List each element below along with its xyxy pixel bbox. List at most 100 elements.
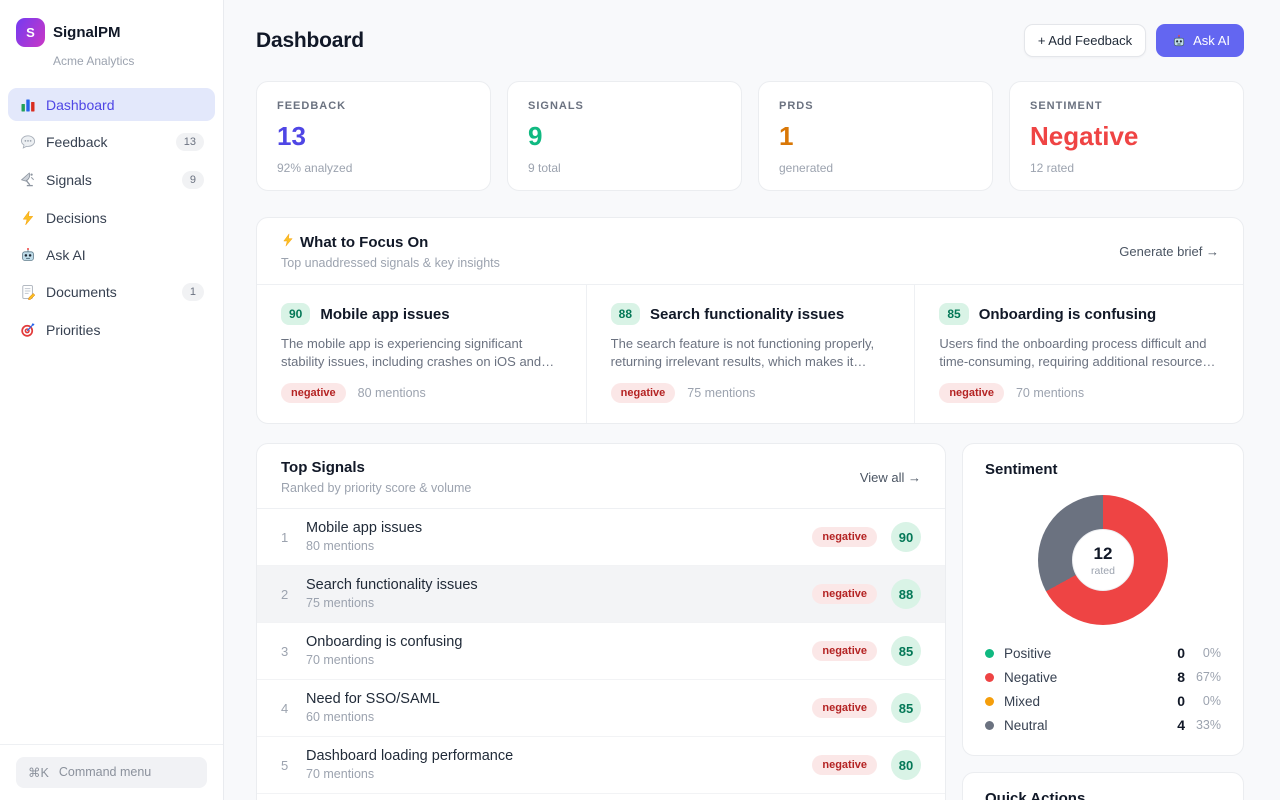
sentiment-badge: negative xyxy=(812,698,877,718)
quick-actions-panel: Quick Actions Ask your feedback a questi… xyxy=(962,772,1244,800)
sidebar-badge: 1 xyxy=(182,283,204,301)
focus-title: What to Focus On xyxy=(300,234,428,251)
ask-ai-button[interactable]: Ask AI xyxy=(1156,24,1244,57)
score-badge: 88 xyxy=(891,579,921,609)
signal-rank: 5 xyxy=(281,758,299,773)
signal-row[interactable]: 1 Mobile app issues 80 mentions negative… xyxy=(257,509,945,566)
sidebar-item-label: Signals xyxy=(46,172,172,188)
signal-rank: 3 xyxy=(281,644,299,659)
signal-mentions: 70 mentions xyxy=(306,653,812,668)
signal-mentions: 60 mentions xyxy=(306,710,812,725)
focus-card-item[interactable]: 90 Mobile app issues The mobile app is e… xyxy=(257,285,586,423)
sidebar-item-label: Priorities xyxy=(46,322,204,338)
signal-title: Dashboard loading performance xyxy=(306,748,812,764)
memo-icon xyxy=(19,284,36,301)
sentiment-badge: negative xyxy=(281,383,346,403)
robot-icon xyxy=(19,246,36,263)
legend-label: Negative xyxy=(1004,670,1177,685)
command-label: Command menu xyxy=(59,765,151,780)
legend-row-negative: Negative 8 67% xyxy=(985,665,1221,689)
legend-row-positive: Positive 0 0% xyxy=(985,641,1221,665)
sidebar-item-feedback[interactable]: Feedback 13 xyxy=(8,125,215,159)
donut-center-value: 12 xyxy=(1094,544,1113,564)
score-badge: 90 xyxy=(891,522,921,552)
stat-label: SENTIMENT xyxy=(1030,100,1223,112)
lightning-icon xyxy=(19,209,36,226)
sentiment-badge: negative xyxy=(812,527,877,547)
signal-row[interactable]: 6 High pricing for startups negative 80 xyxy=(257,794,945,800)
brand: S SignalPM Acme Analytics xyxy=(0,0,223,68)
focus-section: What to Focus On Top unaddressed signals… xyxy=(256,217,1244,424)
score-badge: 85 xyxy=(891,693,921,723)
page-title: Dashboard xyxy=(256,29,364,53)
sentiment-badge: negative xyxy=(812,755,877,775)
score-badge: 85 xyxy=(939,303,968,325)
signal-row[interactable]: 2 Search functionality issues 75 mention… xyxy=(257,566,945,623)
view-all-link[interactable]: View all → xyxy=(860,470,921,485)
focus-card-item[interactable]: 88 Search functionality issues The searc… xyxy=(586,285,915,423)
stats-row: FEEDBACK 13 92% analyzed SIGNALS 9 9 tot… xyxy=(256,81,1244,191)
signal-mentions: 75 mentions xyxy=(306,596,812,611)
focus-card-item[interactable]: 85 Onboarding is confusing Users find th… xyxy=(914,285,1243,423)
sentiment-badge: negative xyxy=(611,383,676,403)
sidebar-item-documents[interactable]: Documents 1 xyxy=(8,275,215,309)
target-icon xyxy=(19,321,36,338)
signal-row[interactable]: 5 Dashboard loading performance 70 menti… xyxy=(257,737,945,794)
stat-sub: 9 total xyxy=(528,161,721,175)
stat-label: SIGNALS xyxy=(528,100,721,112)
signal-rank: 1 xyxy=(281,530,299,545)
add-feedback-button[interactable]: + Add Feedback xyxy=(1024,24,1146,57)
signal-title: Need for SSO/SAML xyxy=(306,691,812,707)
brand-org: Acme Analytics xyxy=(53,54,207,68)
sidebar-nav: Dashboard Feedback 13 Signals 9 Decision… xyxy=(0,88,223,744)
signal-title: Search functionality issues xyxy=(306,577,812,593)
signal-row[interactable]: 4 Need for SSO/SAML 60 mentions negative… xyxy=(257,680,945,737)
stat-label: FEEDBACK xyxy=(277,100,470,112)
ask-ai-label: Ask AI xyxy=(1193,33,1230,48)
legend-count: 4 xyxy=(1177,717,1185,733)
stat-card-signals: SIGNALS 9 9 total xyxy=(507,81,742,191)
top-signals-title: Top Signals xyxy=(281,459,471,476)
legend-percent: 67% xyxy=(1185,670,1221,684)
donut-center-label: rated xyxy=(1091,565,1115,577)
sidebar-item-dashboard[interactable]: Dashboard xyxy=(8,88,215,121)
legend-label: Neutral xyxy=(1004,718,1177,733)
sidebar-item-priorities[interactable]: Priorities xyxy=(8,313,215,346)
generate-brief-link[interactable]: Generate brief → xyxy=(1119,244,1219,259)
sentiment-badge: negative xyxy=(812,584,877,604)
stat-value: Negative xyxy=(1030,121,1223,152)
sentiment-donut-chart: 12 rated xyxy=(1038,495,1168,625)
sentiment-badge: negative xyxy=(939,383,1004,403)
stat-value: 13 xyxy=(277,121,470,152)
lightning-icon xyxy=(281,233,295,251)
focus-card-title: Onboarding is confusing xyxy=(979,306,1157,323)
stat-value: 9 xyxy=(528,121,721,152)
signal-title: Onboarding is confusing xyxy=(306,634,812,650)
sentiment-panel: Sentiment 12 rated Positive 0 0% xyxy=(962,443,1244,756)
stat-sub: generated xyxy=(779,161,972,175)
sidebar-item-signals[interactable]: Signals 9 xyxy=(8,163,215,197)
legend-percent: 0% xyxy=(1185,694,1221,708)
command-menu-button[interactable]: ⌘K Command menu xyxy=(16,757,207,788)
signal-title: Mobile app issues xyxy=(306,520,812,536)
main-content: Dashboard + Add Feedback Ask AI FEEDBACK… xyxy=(224,0,1280,800)
legend-label: Positive xyxy=(1004,646,1177,661)
focus-card-description: The mobile app is experiencing significa… xyxy=(281,335,562,370)
focus-card-title: Search functionality issues xyxy=(650,306,844,323)
sidebar-badge: 9 xyxy=(182,171,204,189)
mentions-count: 75 mentions xyxy=(687,386,755,400)
stat-sub: 92% analyzed xyxy=(277,161,470,175)
sidebar-item-ask-ai[interactable]: Ask AI xyxy=(8,238,215,271)
page-header: Dashboard + Add Feedback Ask AI xyxy=(256,24,1244,57)
sidebar: S SignalPM Acme Analytics Dashboard Feed… xyxy=(0,0,224,800)
sidebar-item-label: Ask AI xyxy=(46,247,204,263)
sidebar-item-label: Documents xyxy=(46,284,172,300)
stat-label: PRDS xyxy=(779,100,972,112)
signal-row[interactable]: 3 Onboarding is confusing 70 mentions ne… xyxy=(257,623,945,680)
bottom-section: Top Signals Ranked by priority score & v… xyxy=(256,443,1244,800)
focus-subtitle: Top unaddressed signals & key insights xyxy=(281,256,500,270)
sidebar-item-decisions[interactable]: Decisions xyxy=(8,201,215,234)
stat-card-prds: PRDS 1 generated xyxy=(758,81,993,191)
sidebar-badge: 13 xyxy=(176,133,204,151)
score-badge: 90 xyxy=(281,303,310,325)
